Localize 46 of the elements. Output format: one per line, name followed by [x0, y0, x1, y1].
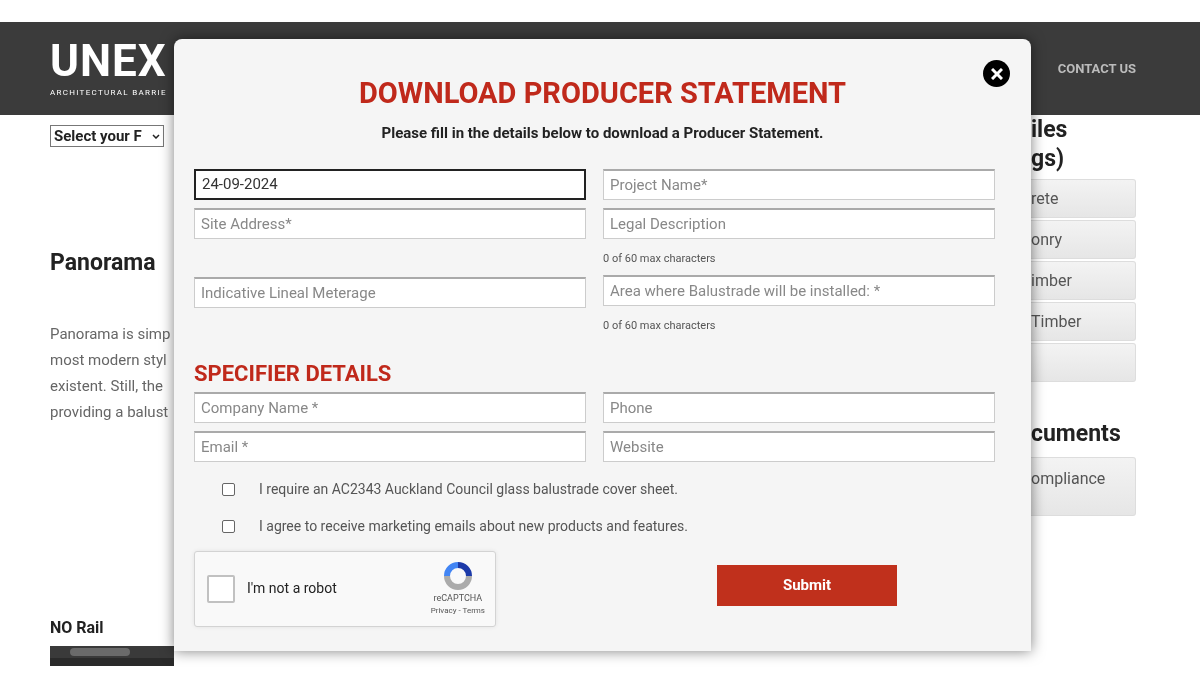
captcha-brand: reCAPTCHA: [433, 591, 483, 605]
checkbox[interactable]: [222, 519, 235, 533]
input-field[interactable]: Indicative Lineal Meterage: [194, 277, 586, 308]
input-field[interactable]: Phone: [603, 391, 995, 423]
checkbox[interactable]: [222, 482, 235, 496]
modal-title: DOWNLOAD PRODUCER STATEMENT: [358, 74, 847, 112]
document-button[interactable]: ompliance: [1031, 456, 1136, 516]
input-field[interactable]: Site Address*: [194, 207, 586, 239]
document-button[interactable]: Timber: [1031, 302, 1136, 341]
section-heading: cuments: [1031, 419, 1122, 449]
document-button[interactable]: onry: [1031, 220, 1136, 259]
paragraph-line: providing a balust: [50, 401, 170, 423]
product-heading: Panorama: [50, 248, 157, 278]
paragraph-line: Panorama is simp: [50, 323, 172, 345]
captcha-links[interactable]: Privacy - Terms: [430, 605, 485, 618]
submit-button[interactable]: Submit: [717, 564, 897, 606]
checkbox[interactable]: [207, 574, 235, 603]
logo[interactable]: UNEX: [50, 38, 167, 83]
section-heading: NO Rail: [50, 616, 105, 639]
close-button[interactable]: [983, 60, 1010, 87]
checkbox-label: I agree to receive marketing emails about new products and features.: [259, 516, 689, 536]
intro-text: Please fill in the details below to download a Producer Statement.: [380, 123, 825, 144]
nav-link[interactable]: CONTACT US: [1057, 58, 1136, 79]
input-field[interactable]: Company Name *: [194, 391, 586, 423]
captcha-label: I'm not a robot: [247, 579, 337, 598]
section-heading: SPECIFIER DETAILS: [194, 359, 393, 388]
paragraph-line: existent. Still, the: [50, 375, 165, 397]
input-field[interactable]: Project Name*: [603, 168, 995, 200]
character-count: 0 of 60 max characters: [603, 250, 717, 267]
input-field[interactable]: Area where Balustrade will be installed: *: [603, 275, 995, 306]
input-field[interactable]: Website: [603, 430, 995, 462]
paragraph-line: most modern styl: [50, 349, 168, 371]
document-button[interactable]: rete: [1031, 179, 1136, 218]
product-select[interactable]: Select your F: [50, 125, 164, 147]
character-count: 0 of 60 max characters: [603, 318, 717, 334]
document-button[interactable]: imber: [1031, 261, 1136, 300]
section-heading: gs): [1031, 144, 1066, 173]
section-heading: iles: [1031, 115, 1069, 144]
input-field[interactable]: Email *: [194, 430, 586, 462]
recaptcha-logo-icon: [441, 559, 474, 592]
chevron-icon: [152, 133, 160, 139]
logo-tagline: ARCHITECTURAL BARRIE: [50, 86, 167, 99]
checkbox-label: I require an AC2343 Auckland Council glass balustrade cover sheet.: [259, 479, 678, 499]
input-field[interactable]: 24-09-2024: [194, 168, 586, 200]
input-field[interactable]: Legal Description: [603, 207, 995, 239]
close-icon: [990, 67, 1003, 80]
